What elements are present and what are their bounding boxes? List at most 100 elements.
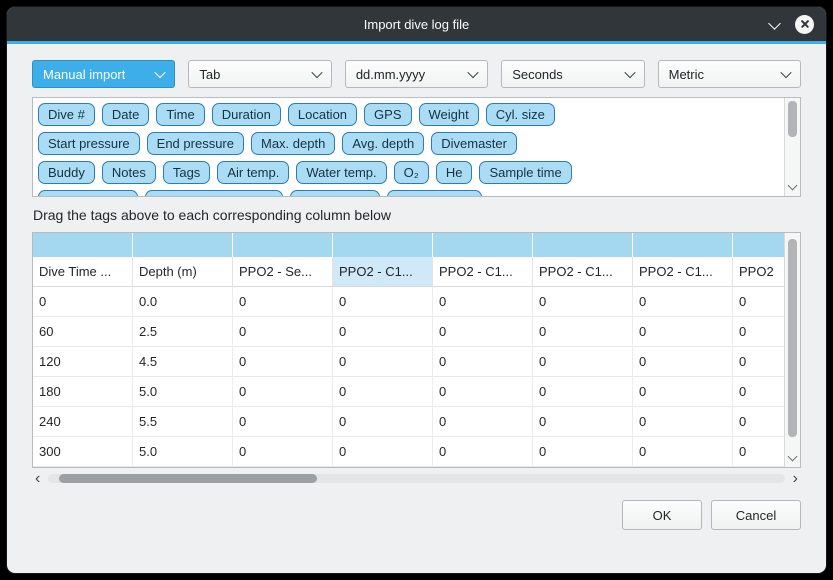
chevron-down-icon [311,67,322,78]
window-title: Import dive log file [364,17,470,32]
table-cell: 0 [233,407,333,437]
field-separator-combo[interactable]: Tab [188,60,331,88]
chevron-down-icon [780,67,791,78]
tag-start-pressure[interactable]: Start pressure [38,132,140,155]
scroll-right-icon[interactable]: › [790,472,801,485]
scrollbar-thumb[interactable] [788,101,797,137]
table-row: 3005.0000000 [33,437,784,467]
tag-gps[interactable]: GPS [364,103,411,126]
table-cell: 0 [733,317,784,347]
table-cell: 120 [33,347,133,377]
scroll-left-icon[interactable]: ‹ [32,472,43,485]
dialog-content: Manual importTabdd.mm.yyyySecondsMetric … [7,44,826,573]
table-cell: 0 [433,377,533,407]
scrollbar-track[interactable] [48,474,784,483]
instruction-text: Drag the tags above to each correspondin… [33,207,801,223]
table-cell: 0 [233,377,333,407]
table-viewport: Dive Time ...Depth (m)PPO2 - Se...PPO2 -… [33,233,784,467]
table-cell: 0 [433,437,533,467]
tag-sample-depth[interactable]: Sample depth [38,190,138,196]
column-header[interactable]: PPO2 - C1... [333,257,433,287]
table-cell: 0 [533,377,633,407]
tag-row: Sample depth Sample temperature Sample pO₂… [38,190,780,196]
chevron-down-icon [624,67,635,78]
tag-list: Dive # Date Time Duration Location GPS Weight C… [33,98,784,196]
table-cell: 60 [33,317,133,347]
tag-buddy[interactable]: Buddy [38,161,95,184]
tag-air-temp[interactable]: Air temp. [217,161,289,184]
table-cell: 0 [533,407,633,437]
tag-divemaster[interactable]: Divemaster [431,132,517,155]
drop-target-cell[interactable] [733,233,784,257]
tag-avg-depth[interactable]: Avg. depth [342,132,424,155]
table-row: 2405.5000000 [33,407,784,437]
drop-target-cell[interactable] [633,233,733,257]
tag-weight[interactable]: Weight [419,103,479,126]
column-header[interactable]: PPO2 - C1... [533,257,633,287]
table-horizontal-scrollbar[interactable]: ‹ › [32,471,801,486]
tag-tags[interactable]: Tags [163,161,210,184]
duration-format-combo[interactable]: Seconds [501,60,644,88]
scrollbar-thumb[interactable] [788,239,797,437]
table-cell: 0 [333,377,433,407]
drop-target-cell[interactable] [333,233,433,257]
scroll-down-icon[interactable] [787,452,797,462]
tag-date[interactable]: Date [102,103,149,126]
tag-row: Dive # Date Time Duration Location GPS Weight C… [38,103,780,126]
tag-sample-time[interactable]: Sample time [479,161,571,184]
column-header[interactable]: Depth (m) [133,257,233,287]
tag-location[interactable]: Location [288,103,357,126]
tag-he[interactable]: He [436,161,473,184]
drop-target-cell[interactable] [233,233,333,257]
tag-pool-scrollbar[interactable] [784,98,800,196]
table-cell: 0 [633,407,733,437]
chevron-down-icon [468,67,479,78]
tag-end-pressure[interactable]: End pressure [147,132,244,155]
column-header[interactable]: PPO2 - C1... [633,257,733,287]
scroll-down-icon[interactable] [787,181,797,191]
tag-dive[interactable]: Dive # [38,103,95,126]
tag-o[interactable]: O₂ [394,161,429,184]
titlebar[interactable]: Import dive log file [7,7,826,41]
import-mode-combo[interactable]: Manual import [32,60,175,88]
tag-duration[interactable]: Duration [212,103,281,126]
column-header[interactable]: Dive Time ... [33,257,133,287]
drop-target-cell[interactable] [33,233,133,257]
tag-cyl-size[interactable]: Cyl. size [486,103,555,126]
ok-button[interactable]: OK [622,500,702,530]
drop-target-cell[interactable] [533,233,633,257]
table-row: 1204.5000000 [33,347,784,377]
tag-water-temp[interactable]: Water temp. [296,161,386,184]
date-format-combo[interactable]: dd.mm.yyyy [345,60,488,88]
close-icon[interactable] [795,15,814,34]
table-vertical-scrollbar[interactable] [784,233,800,467]
import-dialog-window: Import dive log file Manual import Tab dd.… [6,6,827,574]
tag-sample-cns[interactable]: Sample CNS [387,190,482,196]
tag-notes[interactable]: Notes [102,161,156,184]
drop-target-row [33,233,784,257]
drop-target-cell[interactable] [133,233,233,257]
drop-target-cell[interactable] [433,233,533,257]
combo-value: Metric [669,67,704,82]
table-cell: 0 [233,437,333,467]
tag-time[interactable]: Time [156,103,204,126]
table-cell: 0 [533,317,633,347]
table-cell: 0 [533,347,633,377]
table-row: 00.0000000 [33,287,784,317]
scrollbar-thumb[interactable] [59,474,317,483]
table-cell: 5.5 [133,407,233,437]
tag-sample-temperature[interactable]: Sample temperature [145,190,283,196]
table-cell: 0 [233,347,333,377]
units-combo[interactable]: Metric [658,60,801,88]
chevron-down-icon[interactable] [769,19,780,30]
tag-sample-po[interactable]: Sample pO₂ [290,190,380,196]
table-cell: 2.5 [133,317,233,347]
column-header[interactable]: PPO2 [733,257,784,287]
column-header[interactable]: PPO2 - C1... [433,257,533,287]
table-header-row: Dive Time ...Depth (m)PPO2 - Se...PPO2 -… [33,257,784,287]
cancel-button[interactable]: Cancel [711,500,801,530]
tag-max-depth[interactable]: Max. depth [251,132,335,155]
table-cell: 5.0 [133,437,233,467]
table-cell: 0 [433,407,533,437]
column-header[interactable]: PPO2 - Se... [233,257,333,287]
